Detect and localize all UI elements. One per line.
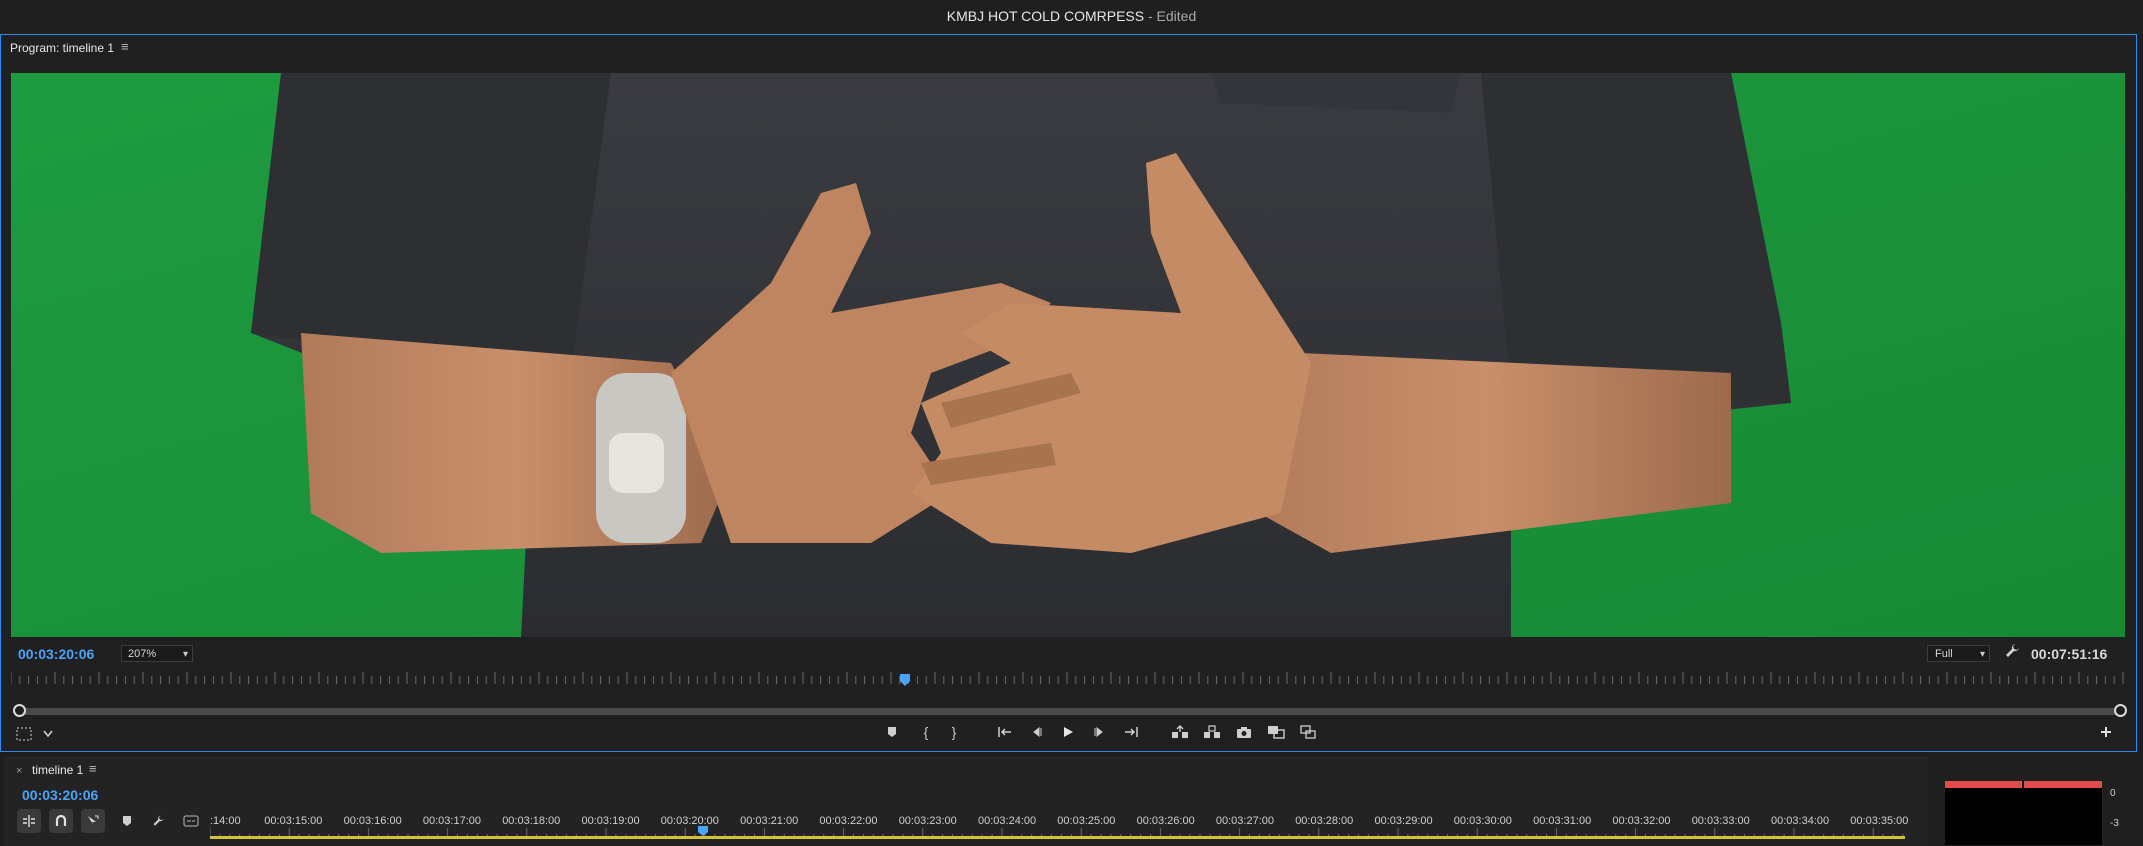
go-to-in-icon (998, 727, 1011, 737)
timeline-tab[interactable]: timeline 1 (32, 763, 83, 777)
audio-meter-panel: 0 -3 (1935, 757, 2143, 845)
work-area-bar[interactable] (210, 836, 1905, 839)
close-icon[interactable]: × (16, 765, 22, 777)
scrollbar-right-handle[interactable] (2114, 704, 2127, 717)
step-forward-button[interactable] (1088, 721, 1110, 743)
wrench-icon[interactable] (2004, 642, 2022, 660)
timeline-ruler-label: :14:00 (210, 815, 241, 827)
zoom-level-select[interactable]: 207% ▾ (121, 645, 193, 662)
camera-icon (1237, 726, 1251, 738)
multicam-button[interactable] (1297, 721, 1319, 743)
step-back-icon (1033, 726, 1042, 738)
video-frame[interactable] (11, 73, 2125, 637)
timeline-ruler-label: 00:03:27:00 (1215, 815, 1275, 827)
mark-out-icon: } (951, 724, 957, 740)
audio-meter-left-peak (1945, 781, 2022, 788)
current-timecode[interactable]: 00:03:20:06 (18, 646, 94, 662)
zoom-scrollbar[interactable] (16, 708, 2123, 715)
timeline-ruler-label: 00:03:17:00 (422, 815, 482, 827)
add-marker-button[interactable] (881, 721, 903, 743)
timeline-settings-tool[interactable] (147, 809, 171, 833)
timeline-ruler-label: 00:03:32:00 (1612, 815, 1671, 827)
timeline-ruler-label: 00:03:25:00 (1057, 815, 1116, 827)
timeline-ruler-label: 00:03:22:00 (819, 815, 878, 827)
mark-out-button[interactable]: } (943, 721, 965, 743)
insert-overwrite-icon (23, 815, 35, 827)
mark-in-icon: { (923, 724, 929, 740)
go-to-out-icon (1125, 727, 1138, 737)
duration-timecode: 00:07:51:16 (2031, 646, 2108, 662)
play-button[interactable] (1057, 721, 1079, 743)
transport-controls: { } (1, 721, 2138, 743)
timeline-playhead[interactable] (698, 826, 708, 836)
comparison-icon (1268, 726, 1285, 739)
chevron-down-icon: ▾ (182, 649, 188, 660)
window-title-bar: KMBJ HOT COLD COMRPESS - Edited (0, 0, 2143, 34)
timeline-time-ruler[interactable] (210, 808, 1910, 846)
playback-resolution-select[interactable]: Full ▾ (1927, 645, 1990, 662)
go-to-out-button[interactable] (1119, 721, 1141, 743)
audio-meter-right-peak (2024, 781, 2102, 788)
timeline-ruler-label: 00:03:16:00 (343, 815, 402, 827)
wrench-icon (153, 815, 164, 826)
zoom-level-value: 207% (128, 648, 157, 660)
snap-tool[interactable] (49, 809, 73, 833)
timeline-ruler-label: 00:03:35:00 (1850, 815, 1909, 827)
step-back-button[interactable] (1026, 721, 1048, 743)
plus-icon (2101, 727, 2111, 737)
timeline-ruler-label: 00:03:30:00 (1453, 815, 1512, 827)
play-icon (1064, 727, 1073, 737)
audio-meter-label-0: 0 (2110, 788, 2116, 799)
video-frame-image (11, 73, 2125, 637)
add-button[interactable] (2095, 721, 2117, 743)
go-to-in-button[interactable] (995, 721, 1017, 743)
timeline-ruler-label: 00:03:23:00 (898, 815, 957, 827)
monitor-time-ruler[interactable] (11, 670, 2125, 688)
timeline-current-timecode[interactable]: 00:03:20:06 (22, 787, 98, 803)
timeline-ruler-label: 00:03:18:00 (502, 815, 561, 827)
program-monitor-panel: Program: timeline 1 ≡ 00:03:20:06 207% ▾… (0, 34, 2137, 752)
insert-overwrite-tool[interactable] (17, 809, 41, 833)
step-forward-icon (1094, 726, 1103, 738)
timeline-ruler-label: 00:03:15:00 (264, 815, 323, 827)
timeline-ruler-label: 00:03:19:00 (581, 815, 640, 827)
timeline-ruler-label: 00:03:34:00 (1771, 815, 1830, 827)
timeline-ruler-label: 00:03:31:00 (1533, 815, 1592, 827)
hamburger-menu-icon[interactable]: ≡ (121, 39, 129, 54)
chevron-down-icon: ▾ (1979, 649, 1985, 660)
audio-meter-label-minus3: -3 (2110, 818, 2119, 829)
export-frame-button[interactable] (1233, 721, 1255, 743)
marker-icon (123, 816, 131, 826)
timeline-ruler-label: 00:03:20:00 (660, 815, 719, 827)
snap-magnet-icon (55, 814, 67, 826)
lift-button[interactable] (1169, 721, 1191, 743)
timeline-ruler-label: 00:03:26:00 (1136, 815, 1195, 827)
playhead-marker[interactable] (899, 674, 911, 686)
linked-selection-tool[interactable] (81, 809, 105, 833)
mark-in-button[interactable]: { (915, 721, 937, 743)
timeline-ruler-label: 00:03:24:00 (978, 815, 1037, 827)
edited-status: - Edited (1147, 8, 1197, 24)
timeline-ruler-label: 00:03:28:00 (1295, 815, 1354, 827)
playback-resolution-value: Full (1935, 648, 1953, 660)
captions-tool[interactable] (179, 809, 203, 833)
lift-icon (1172, 725, 1188, 738)
add-marker-tool[interactable] (115, 809, 139, 833)
extract-button[interactable] (1201, 721, 1223, 743)
timeline-ruler-label: 00:03:33:00 (1691, 815, 1750, 827)
timeline-ruler-label: 00:03:29:00 (1374, 815, 1433, 827)
timeline-ruler-label: 00:03:21:00 (740, 815, 799, 827)
timeline-panel: × timeline 1 ≡ 00:03:20:06 :14:00 00:03:1… (5, 757, 1928, 846)
extract-icon (1204, 725, 1220, 738)
hamburger-menu-icon[interactable]: ≡ (89, 761, 97, 776)
program-monitor-tab[interactable]: Program: timeline 1 (10, 41, 114, 55)
audio-meter (1945, 781, 2102, 845)
scrollbar-left-handle[interactable] (13, 704, 26, 717)
window-title: KMBJ HOT COLD COMRPESS (946, 8, 1145, 24)
linked-selection-icon (88, 815, 99, 826)
comparison-view-button[interactable] (1265, 721, 1287, 743)
captions-icon (183, 815, 199, 827)
marker-icon (888, 727, 896, 737)
multicam-icon (1300, 725, 1316, 739)
